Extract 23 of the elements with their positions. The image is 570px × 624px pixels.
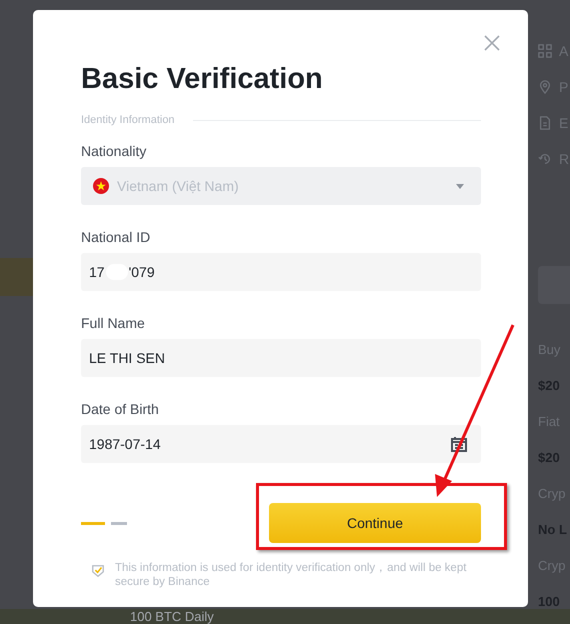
- field-label: Full Name: [81, 315, 145, 331]
- field-label: Nationality: [81, 143, 146, 159]
- date-field[interactable]: 1987-07-14: [81, 425, 481, 463]
- grid-icon: [538, 44, 552, 58]
- location-pin-icon: [538, 80, 552, 94]
- shield-check-icon: [91, 564, 105, 578]
- footer-text: 100 BTC Daily: [130, 609, 214, 624]
- input-field[interactable]: LE THI SEN: [81, 339, 481, 377]
- continue-button[interactable]: Continue: [269, 503, 481, 543]
- field-label: National ID: [81, 229, 150, 245]
- document-icon: [538, 116, 552, 130]
- dialog-title: Basic Verification: [81, 62, 324, 96]
- close-icon: [484, 35, 500, 51]
- section-label: Identity Information: [81, 114, 175, 126]
- input-field[interactable]: 17 '079: [81, 253, 481, 291]
- history-icon: [538, 152, 552, 166]
- flag-icon: [93, 178, 109, 194]
- caret-icon: [456, 184, 464, 188]
- calendar-icon: [451, 436, 467, 452]
- banner-strip: [0, 258, 33, 296]
- field-label: Date of Birth: [81, 401, 159, 417]
- close-button[interactable]: [484, 35, 500, 51]
- privacy-note: This information is used for identity verification only，and will be kept secure by Binance: [115, 561, 468, 589]
